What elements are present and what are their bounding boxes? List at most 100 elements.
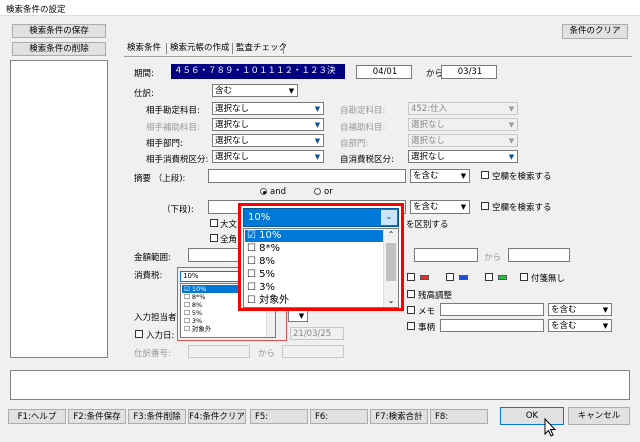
f4-clear-button[interactable]: F4:条件クリア [188, 409, 246, 424]
input-date-checkbox[interactable] [135, 330, 143, 338]
tekiyo-upper-input[interactable] [208, 169, 406, 183]
zoomed-tax-option[interactable]: ☐ 対象外 [247, 295, 289, 307]
aite-hojo-label: 相手補助科目: [146, 123, 200, 133]
chevron-down-icon: ▼ [508, 153, 515, 161]
jiko-contains-value: を含む [551, 321, 577, 331]
jiko-checkbox[interactable] [407, 322, 415, 330]
zoomed-tax-option-label: 10% [259, 230, 282, 241]
f5-button[interactable]: F5: [250, 409, 308, 424]
tab-search-conditions[interactable]: 検索条件 [127, 42, 161, 55]
scroll-up-icon[interactable]: ⌃ [384, 229, 398, 241]
zoomed-tax-select[interactable]: 10% ⌄ [243, 208, 399, 227]
aite-hojo-select[interactable]: 選択なし ▼ [212, 118, 324, 131]
f2-save-button[interactable]: F2:条件保存 [68, 409, 126, 424]
zoomed-tax-options-list[interactable]: ☑ 10% ☐ 8*% ☐ 8% ☐ 5% ☐ 3% ☐ 対象外 ⌃ ⌄ [243, 228, 399, 308]
tax-rate-label: 消費税: [134, 271, 163, 281]
and-radio[interactable] [260, 188, 267, 195]
aite-kamoku-select[interactable]: 選択なし ▼ [212, 102, 324, 115]
period-months-selector[interactable]: ４５６・７８９・１０１１１２・１２３決 [171, 64, 345, 79]
period-from-input[interactable]: 04/01 [356, 65, 412, 79]
tax-rate-option[interactable]: ☐ 5% [184, 309, 202, 317]
tax-rate-option[interactable]: ☐ 対象外 [184, 325, 211, 333]
tekiyo-lower-blank-checkbox[interactable] [481, 202, 489, 210]
unchecked-checkbox-icon: ☐ [247, 269, 256, 280]
tekiyo-upper-blank-checkbox[interactable] [481, 171, 489, 179]
fusen-red-checkbox[interactable] [407, 273, 415, 281]
tax-rate-option[interactable]: ☐ 8% [184, 301, 202, 309]
shiwake-select[interactable]: 含む ▼ [212, 84, 298, 97]
save-conditions-button[interactable]: 検索条件の保存 [12, 24, 106, 38]
amount-mid-input[interactable] [414, 248, 478, 262]
unchecked-checkbox-icon: ☐ [247, 295, 256, 306]
period-to-input[interactable]: 03/31 [441, 65, 497, 79]
clear-conditions-button[interactable]: 条件のクリア [562, 24, 628, 39]
jiko-input[interactable] [440, 319, 544, 332]
mouse-cursor-icon [544, 418, 557, 437]
ji-tax-label: 自消費税区分: [340, 155, 394, 165]
delete-conditions-button[interactable]: 検索条件の削除 [12, 42, 106, 56]
jiko-contains-select[interactable]: を含む ▼ [548, 319, 612, 332]
amount-from-input[interactable] [188, 248, 240, 262]
ji-tax-select[interactable]: 選択なし ▼ [408, 150, 518, 163]
f8-button[interactable]: F8: [430, 409, 488, 424]
tax-rate-option-label: 3% [191, 317, 203, 325]
aite-bumon-select[interactable]: 選択なし ▼ [212, 134, 324, 147]
width-checkbox[interactable] [210, 234, 218, 242]
f6-button[interactable]: F6: [310, 409, 368, 424]
ji-hojo-label: 自補助科目: [340, 123, 386, 133]
zoomed-tax-option[interactable]: ☐ 3% [247, 282, 275, 294]
chevron-down-icon: ▼ [508, 121, 515, 129]
zoomed-tax-option-label: 8% [259, 256, 276, 267]
amount-label: 金額範囲: [134, 253, 171, 263]
tax-rate-option[interactable]: ☐ 3% [184, 317, 202, 325]
aite-kamoku-label: 相手勘定科目: [146, 106, 200, 116]
memo-checkbox[interactable] [407, 306, 415, 314]
zoomed-tax-option-label: 8*% [259, 243, 281, 254]
shiwake-no-label: 仕訳番号: [134, 349, 171, 359]
scroll-thumb[interactable] [386, 243, 396, 281]
zoomed-tax-option[interactable]: ☐ 5% [247, 269, 275, 281]
zoomed-tax-selected-value: 10% [248, 212, 271, 223]
chevron-down-icon: ▼ [314, 153, 321, 161]
saved-conditions-list[interactable] [10, 60, 108, 358]
or-radio[interactable] [314, 188, 321, 195]
zoomed-tax-dropdown: 10% ⌄ ☑ 10% ☐ 8*% ☐ 8% ☐ 5% ☐ 3% ☐ 対象外 ⌃… [238, 203, 404, 311]
aite-hojo-value: 選択なし [215, 120, 250, 130]
memo-input[interactable] [440, 303, 544, 316]
chevron-down-icon: ▼ [298, 312, 305, 320]
zoomed-scrollbar[interactable]: ⌃ ⌄ [383, 229, 398, 307]
tax-rate-option[interactable]: ☐ 8*% [184, 293, 205, 301]
distinguish-label: を区別する [406, 220, 449, 230]
fusen-green-checkbox[interactable] [485, 273, 493, 281]
zoomed-tax-option-label: 対象外 [259, 295, 290, 306]
zoomed-tax-option[interactable]: ☐ 8*% [247, 243, 280, 255]
memo-contains-select[interactable]: を含む ▼ [548, 303, 612, 316]
ji-bumon-value: 選択なし [411, 136, 446, 146]
amount-to-input[interactable] [508, 248, 570, 262]
f7-total-button[interactable]: F7:検索合計 [370, 409, 428, 424]
zoomed-tax-option[interactable]: ☐ 8% [247, 256, 275, 268]
chevron-down-icon: ▼ [508, 105, 515, 113]
fusen-none-checkbox[interactable] [520, 273, 528, 281]
tekiyo-lower-contains-select[interactable]: を含む ▼ [410, 200, 470, 214]
tax-rate-option[interactable]: ☑ 10% [184, 285, 206, 293]
tab-create-ledger[interactable]: 検索元帳の作成 [170, 42, 230, 55]
fusen-none-label: 付箋無し [531, 274, 566, 284]
ji-hojo-select: 選択なし ▼ [408, 118, 518, 131]
scroll-down-icon[interactable]: ⌄ [384, 295, 398, 307]
cancel-button[interactable]: キャンセル [568, 407, 630, 425]
tekiyo-lower-blank-label: 空欄を検索する [492, 203, 552, 213]
tekiyo-upper-contains-select[interactable]: を含む ▼ [410, 169, 470, 183]
tab-divider [166, 43, 167, 54]
case-checkbox[interactable] [210, 219, 218, 227]
unchecked-checkbox-icon: ☐ [247, 282, 256, 293]
tab-audit-check[interactable]: 監査チェック [236, 42, 287, 55]
fusen-blue-checkbox[interactable] [446, 273, 454, 281]
zandaka-checkbox[interactable] [407, 290, 415, 298]
f1-help-button[interactable]: F1:ヘルプ [8, 409, 66, 424]
f3-delete-button[interactable]: F3:条件削除 [128, 409, 186, 424]
case-label: 大文 [220, 220, 238, 230]
aite-tax-select[interactable]: 選択なし ▼ [212, 150, 324, 163]
zoomed-tax-option[interactable]: ☑ 10% [247, 230, 281, 242]
tax-rate-value: 10% [183, 272, 199, 280]
